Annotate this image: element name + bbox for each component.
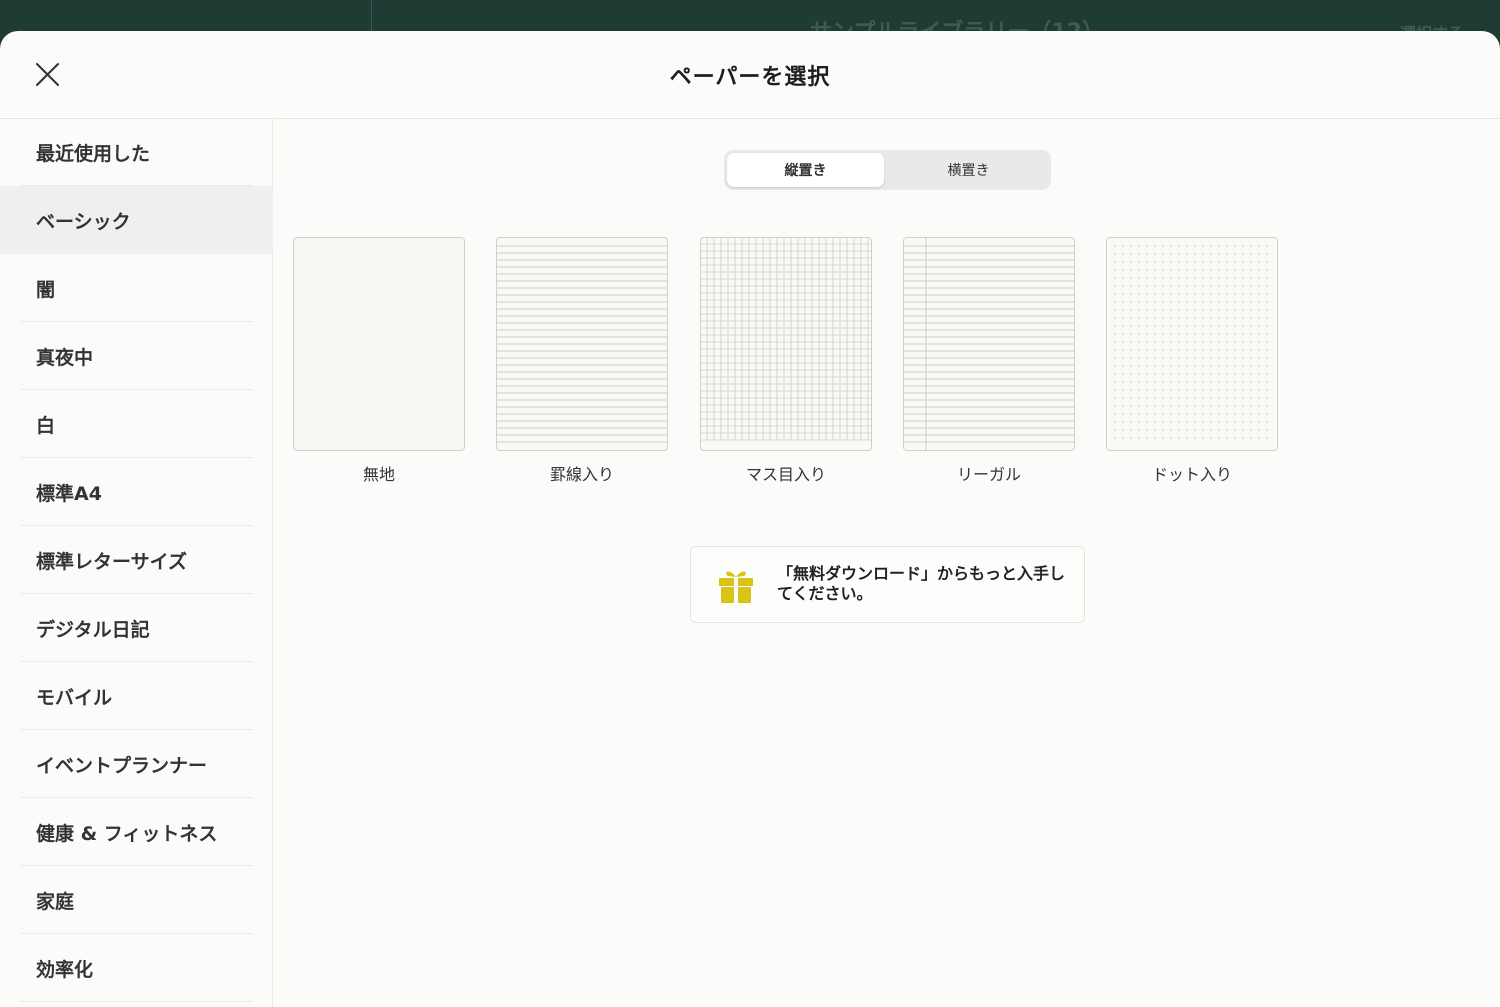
sidebar-item-basic[interactable]: ベーシック bbox=[0, 186, 273, 254]
sidebar-item-mobile[interactable]: モバイル bbox=[0, 662, 273, 730]
paper-label: ドット入り bbox=[1151, 465, 1232, 484]
sidebar-divider bbox=[20, 1001, 253, 1002]
sidebar-item-label: 闇 bbox=[36, 278, 56, 301]
paper-pattern-lined bbox=[497, 238, 667, 450]
orientation-landscape-button[interactable]: 横置き bbox=[890, 153, 1047, 187]
paper-label: マス目入り bbox=[745, 465, 826, 484]
sidebar-item-dark[interactable]: 闇 bbox=[0, 254, 273, 322]
paper-option-blank[interactable]: 無地 bbox=[293, 237, 465, 485]
paper-option-grid[interactable]: マス目入り bbox=[700, 237, 872, 485]
sidebar-item-label: モバイル bbox=[36, 686, 113, 709]
sidebar-item-label: 家庭 bbox=[36, 890, 75, 913]
paper-label: 無地 bbox=[362, 465, 395, 484]
sheet-header: ペーパーを選択 bbox=[0, 31, 1500, 119]
paper-option-dots[interactable]: ドット入り bbox=[1106, 237, 1278, 485]
paper-thumbnail bbox=[496, 237, 668, 451]
sidebar-item-label: 標準A4 bbox=[36, 482, 102, 505]
background-separator bbox=[371, 0, 372, 32]
sidebar-item-productivity[interactable]: 効率化 bbox=[0, 934, 273, 1002]
paper-label: リーガル bbox=[956, 465, 1021, 484]
sidebar-item-standard-letter[interactable]: 標準レターサイズ bbox=[0, 526, 273, 594]
sidebar-item-label: 標準レターサイズ bbox=[36, 550, 188, 573]
free-download-banner[interactable]: 「無料ダウンロード」からもっと入手してください。 bbox=[690, 546, 1085, 623]
paper-thumbnail bbox=[293, 237, 465, 451]
paper-picker-sheet: ペーパーを選択 最近使用した ベーシック闇真夜中白標準A4 標準レターサイズ デジタル… bbox=[0, 31, 1500, 1007]
category-sidebar: 最近使用した ベーシック闇真夜中白標準A4 標準レターサイズ デジタル日記 モバイルイベ… bbox=[0, 119, 273, 1007]
orientation-portrait-button[interactable]: 縦置き bbox=[727, 153, 884, 187]
sidebar-item-health-fitness[interactable]: 健康 & フィットネス bbox=[0, 798, 273, 866]
sidebar-item-label: ベーシック bbox=[36, 210, 131, 233]
paper-option-legal[interactable]: リーガル bbox=[903, 237, 1075, 485]
sidebar-item-white[interactable]: 白 bbox=[0, 390, 273, 458]
sidebar-item-label: 白 bbox=[36, 414, 56, 437]
paper-label: 罫線入り bbox=[549, 465, 614, 484]
sidebar-item-label: 最近使用した bbox=[36, 142, 151, 165]
sidebar-item-label: デジタル日記 bbox=[36, 618, 150, 641]
sidebar-item-home[interactable]: 家庭 bbox=[0, 866, 273, 934]
gift-icon bbox=[719, 571, 753, 603]
sidebar-item-label: 真夜中 bbox=[36, 346, 94, 369]
paper-pattern-dots bbox=[1107, 238, 1277, 450]
sidebar-item-label: イベントプランナー bbox=[36, 754, 208, 777]
sidebar-item-label: 効率化 bbox=[36, 958, 94, 981]
paper-pattern-blank bbox=[294, 238, 464, 450]
page-title: ペーパーを選択 bbox=[669, 65, 831, 90]
sidebar-item-event-planner[interactable]: イベントプランナー bbox=[0, 730, 273, 798]
sidebar-item-label: 健康 & フィットネス bbox=[36, 822, 218, 845]
sidebar-item-digital-diary[interactable]: デジタル日記 bbox=[0, 594, 273, 662]
sidebar-item-recent[interactable]: 最近使用した bbox=[0, 118, 273, 186]
sidebar-item-midnight[interactable]: 真夜中 bbox=[0, 322, 273, 390]
paper-pattern-legal bbox=[904, 238, 1074, 450]
paper-thumbnail bbox=[1106, 237, 1278, 451]
sidebar-item-standard-a4[interactable]: 標準A4 bbox=[0, 458, 273, 526]
orientation-segmented-control: 縦置き 横置き bbox=[724, 150, 1051, 190]
promo-text: 「無料ダウンロード」からもっと入手してください。 bbox=[777, 564, 1066, 603]
paper-thumbnail bbox=[700, 237, 872, 451]
paper-option-lined[interactable]: 罫線入り bbox=[496, 237, 668, 485]
paper-thumbnail bbox=[903, 237, 1075, 451]
paper-pattern-grid bbox=[701, 238, 871, 450]
